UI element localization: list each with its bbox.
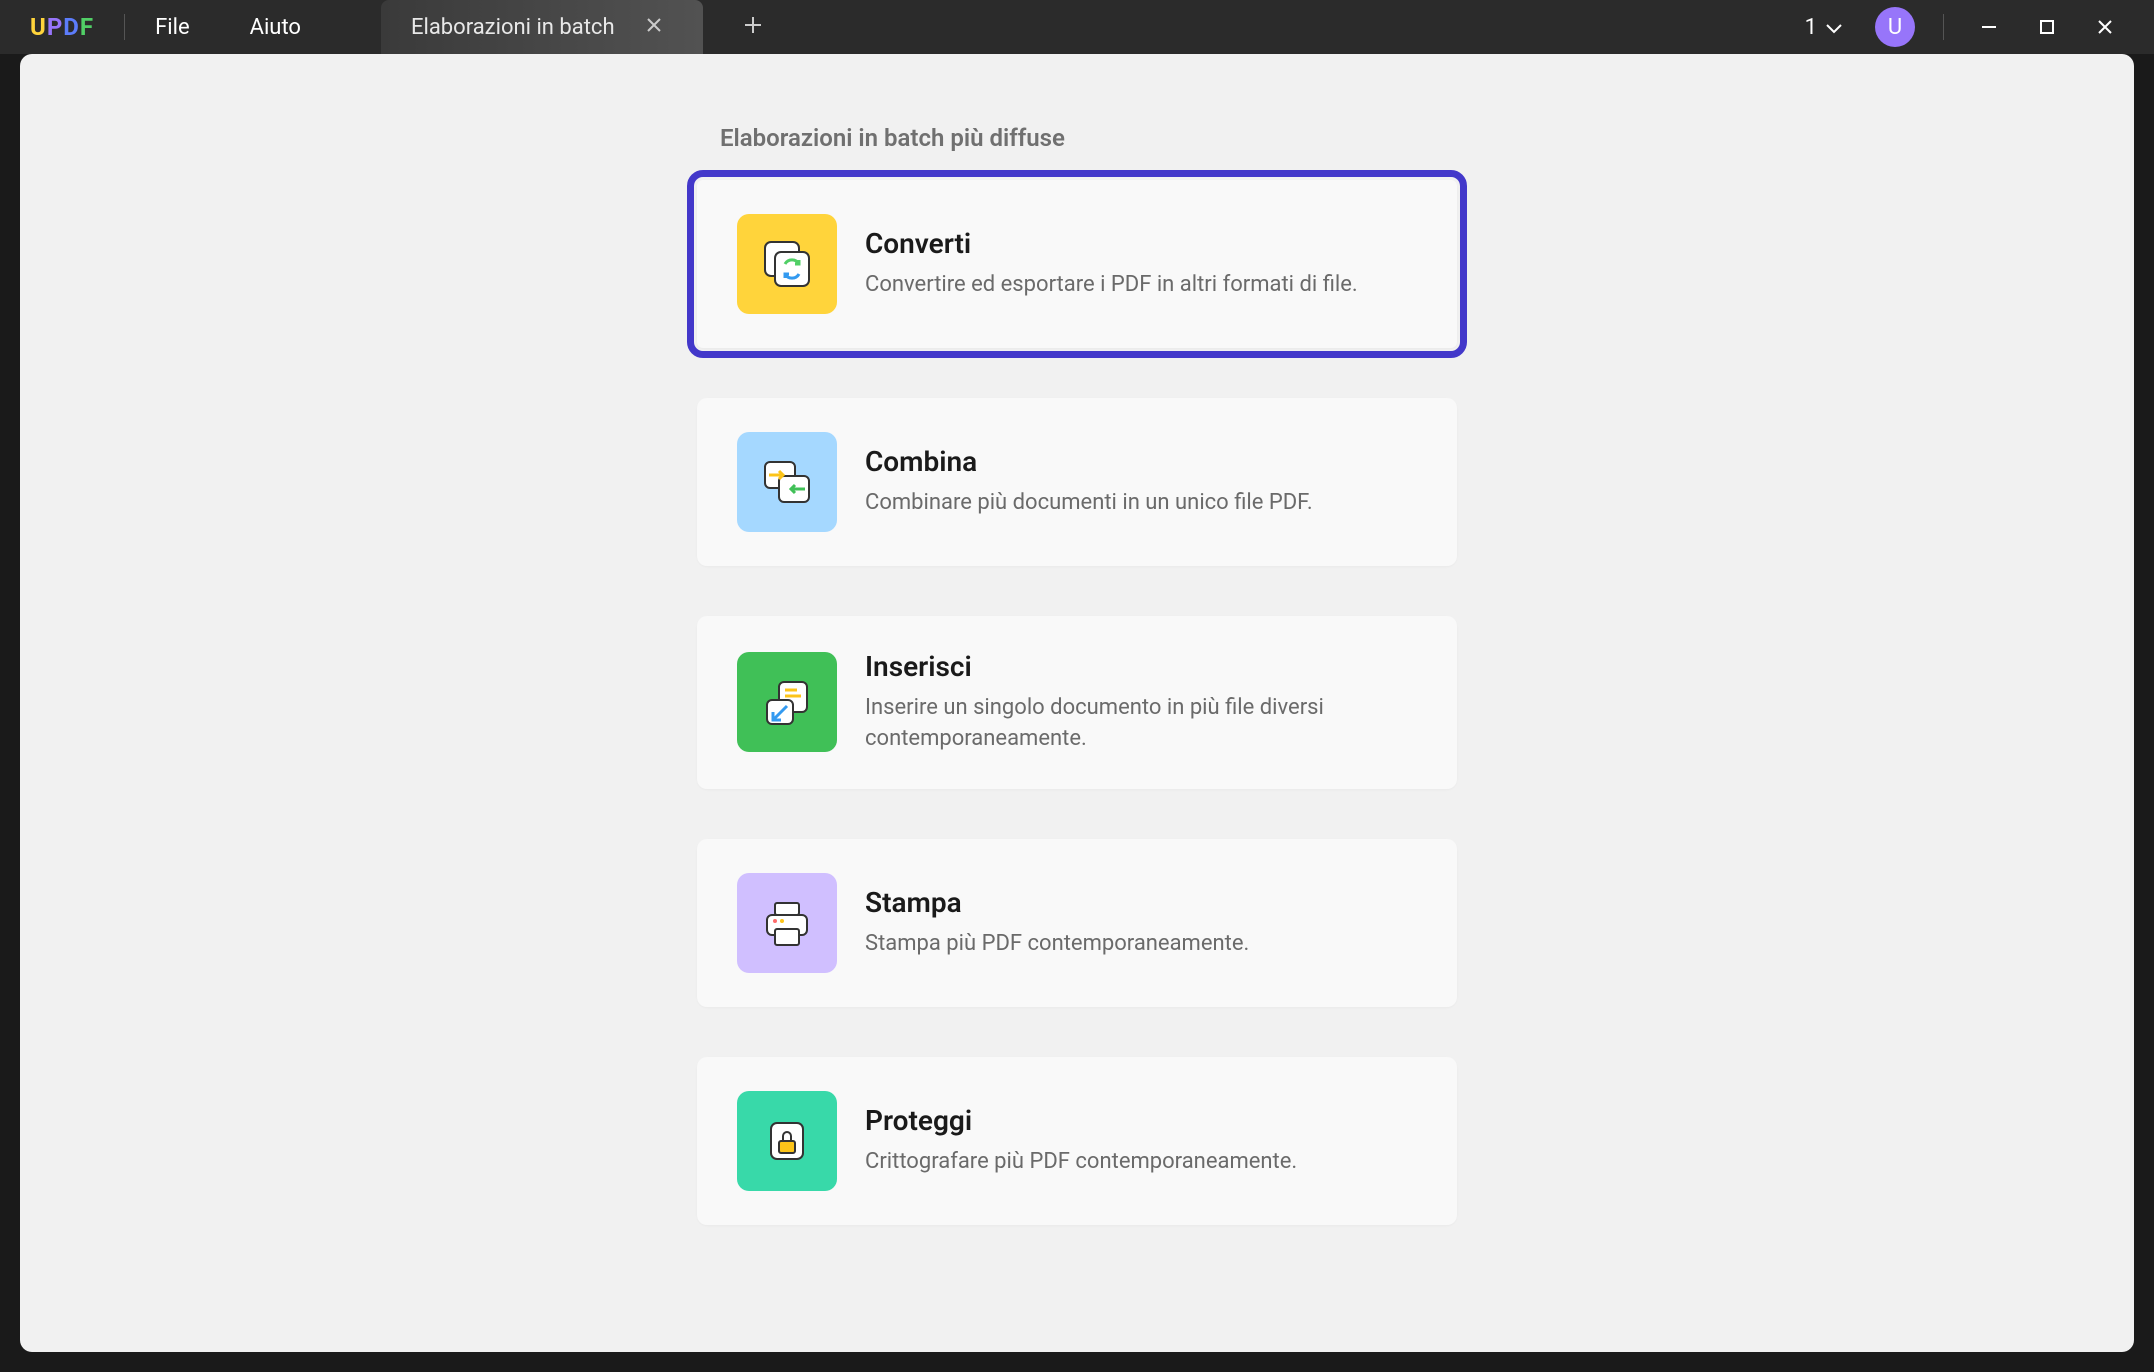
batch-cards: Converti Convertire ed esportare i PDF i…	[20, 180, 2134, 1225]
card-desc: Crittografare più PDF contemporaneamente…	[865, 1147, 1417, 1178]
card-desc: Inserire un singolo documento in più fil…	[865, 693, 1417, 755]
card-title: Converti	[865, 227, 1417, 260]
insert-icon	[737, 652, 837, 752]
card-title: Inserisci	[865, 650, 1417, 683]
add-tab-icon[interactable]	[743, 12, 763, 42]
card-print[interactable]: Stampa Stampa più PDF contemporaneamente…	[697, 839, 1457, 1007]
card-convert[interactable]: Converti Convertire ed esportare i PDF i…	[697, 180, 1457, 348]
chevron-down-icon	[1825, 15, 1843, 40]
card-protect[interactable]: Proteggi Crittografare più PDF contempor…	[697, 1057, 1457, 1225]
close-icon[interactable]	[645, 15, 663, 39]
card-desc: Convertire ed esportare i PDF in altri f…	[865, 270, 1417, 301]
card-title: Combina	[865, 445, 1417, 478]
divider	[1943, 14, 1944, 40]
section-title: Elaborazioni in batch più diffuse	[720, 124, 2134, 152]
card-title: Stampa	[865, 886, 1417, 919]
print-icon	[737, 873, 837, 973]
tab-title: Elaborazioni in batch	[411, 15, 615, 40]
window-count[interactable]: 1	[1805, 15, 1843, 40]
close-button[interactable]	[2082, 7, 2128, 47]
card-desc: Combinare più documenti in un unico file…	[865, 488, 1417, 519]
avatar[interactable]: U	[1875, 7, 1915, 47]
protect-icon	[737, 1091, 837, 1191]
content-area: Elaborazioni in batch più diffuse Conver…	[20, 54, 2134, 1352]
card-combine[interactable]: Combina Combinare più documenti in un un…	[697, 398, 1457, 566]
menu-file[interactable]: File	[155, 15, 190, 40]
app-logo: UPDF	[30, 13, 94, 41]
divider	[124, 14, 125, 40]
minimize-button[interactable]	[1966, 7, 2012, 47]
convert-icon	[737, 214, 837, 314]
titlebar: UPDF File Aiuto Elaborazioni in batch 1 …	[0, 0, 2154, 54]
card-desc: Stampa più PDF contemporaneamente.	[865, 929, 1417, 960]
tab-batch[interactable]: Elaborazioni in batch	[381, 0, 703, 54]
card-insert[interactable]: Inserisci Inserire un singolo documento …	[697, 616, 1457, 789]
maximize-button[interactable]	[2024, 7, 2070, 47]
card-title: Proteggi	[865, 1104, 1417, 1137]
combine-icon	[737, 432, 837, 532]
menu-help[interactable]: Aiuto	[250, 15, 301, 40]
